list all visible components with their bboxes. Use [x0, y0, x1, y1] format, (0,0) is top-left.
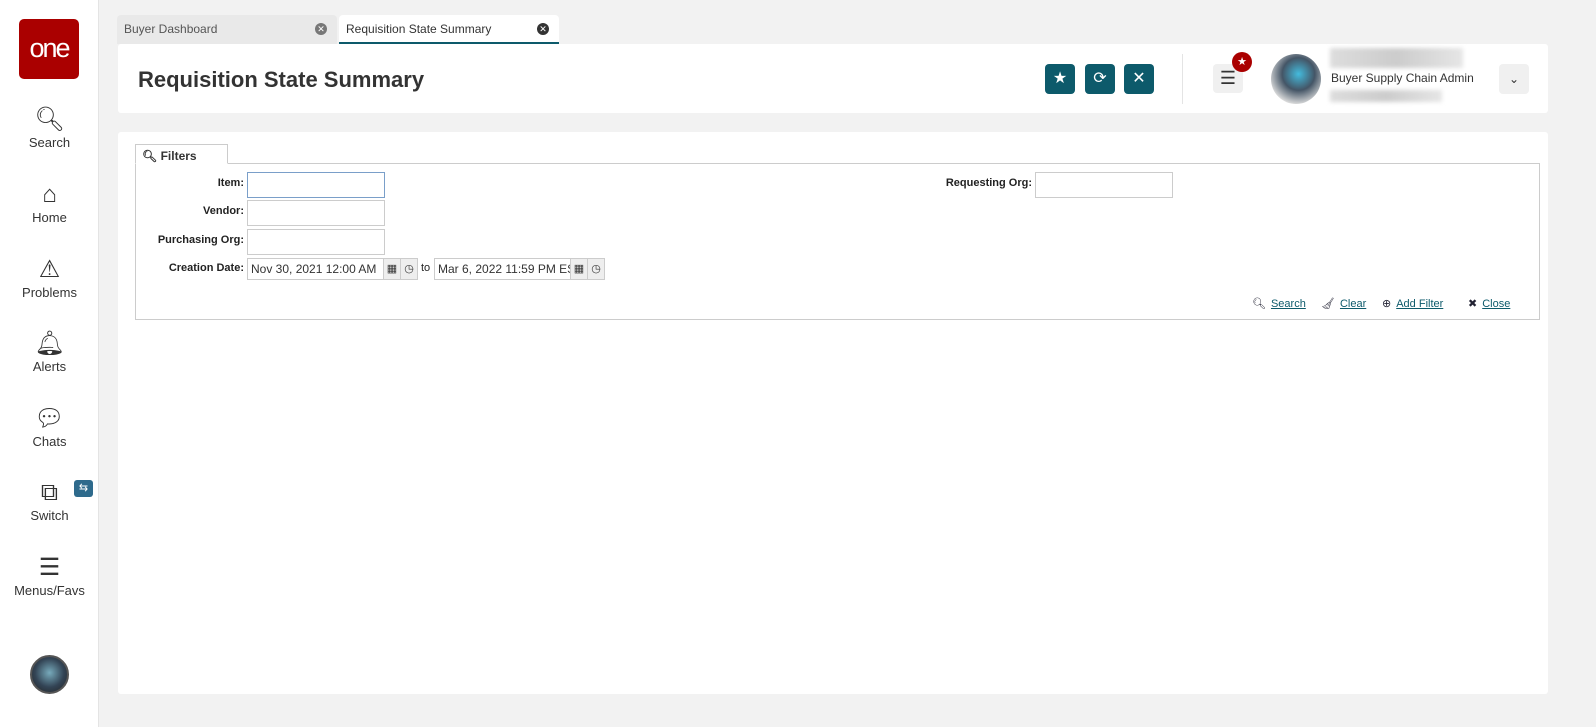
item-label: Item: [217, 177, 244, 189]
search-link[interactable]: 🔍︎ Search [1252, 297, 1306, 310]
filters-tab[interactable]: 🔍︎ Filters [135, 144, 228, 164]
page-header: Requisition State Summary ★ ⟳ ✕ ☰ ★ Buye… [118, 44, 1548, 113]
to-label: to [421, 262, 431, 274]
nav-label: Search [28, 135, 71, 150]
vendor-label: Vendor: [203, 205, 244, 217]
tab-requisition-state-summary[interactable]: Requisition State Summary ✕ [339, 15, 559, 44]
switch-badge-icon: ⇆ [74, 480, 93, 497]
blurred-info [1330, 90, 1442, 102]
close-tab-icon[interactable]: ✕ [537, 23, 549, 35]
search-icon: 🔍︎ [142, 149, 158, 163]
close-button[interactable]: ✕ [1124, 64, 1154, 94]
requesting-org-label: Requesting Org: [945, 177, 1032, 189]
vendor-input[interactable] [247, 200, 385, 226]
add-filter-label: Add Filter [1396, 298, 1444, 310]
date-from-value: Nov 30, 2021 12:00 AM [251, 262, 377, 276]
close-filters-link[interactable]: ✖ Close [1468, 297, 1510, 310]
add-filter-link[interactable]: ⊕ Add Filter [1382, 297, 1443, 310]
purchasing-org-label: Purchasing Org: [157, 234, 244, 246]
chevron-down-icon: ⌄ [1508, 72, 1520, 86]
user-role: Buyer Supply Chain Admin [1331, 71, 1474, 85]
blurred-username [1330, 48, 1463, 68]
star-icon: ★ [1052, 70, 1068, 87]
nav-label: Switch [30, 508, 69, 523]
broom-icon: 🧹︎ [1321, 298, 1335, 310]
divider [1182, 54, 1183, 104]
warning-icon: ⚠ [38, 256, 61, 283]
refresh-button[interactable]: ⟳ [1085, 64, 1115, 94]
date-to-value: Mar 6, 2022 11:59 PM EST [438, 262, 583, 276]
tab-label: Buyer Dashboard [124, 22, 218, 36]
nav-label: Menus/Favs [14, 583, 85, 598]
search-icon: 🔍︎ [1252, 298, 1266, 310]
refresh-icon: ⟳ [1093, 70, 1107, 87]
requesting-org-input[interactable] [1035, 172, 1173, 198]
sidebar: one 🔍︎ Search ⌂ Home ⚠ Problems 🔔︎ Alerts 💬︎… [0, 0, 99, 727]
tab-buyer-dashboard[interactable]: Buyer Dashboard ✕ [117, 15, 337, 44]
nav-label: Alerts [32, 359, 67, 374]
calendar-icon[interactable]: ▦ [383, 259, 400, 279]
favorite-button[interactable]: ★ [1045, 64, 1075, 94]
clock-icon[interactable]: ◷ [400, 259, 417, 279]
close-icon: ✖ [1468, 298, 1478, 310]
hamburger-icon: ☰ [1219, 68, 1237, 88]
nav-problems[interactable]: ⚠ Problems [0, 255, 99, 300]
search-icon: 🔍︎ [34, 106, 65, 133]
chat-icon: 💬︎ [34, 405, 65, 432]
nav-menus-favs[interactable]: ☰ Menus/Favs [0, 553, 99, 598]
content-panel: 🔍︎ Filters Item: Vendor: Purchasing Org:… [118, 132, 1548, 694]
page-title: Requisition State Summary [138, 67, 425, 92]
tab-label: Requisition State Summary [346, 22, 492, 36]
nav-search[interactable]: 🔍︎ Search [0, 105, 99, 150]
item-input[interactable] [247, 172, 385, 198]
user-dropdown-button[interactable]: ⌄ [1499, 64, 1529, 94]
clear-link[interactable]: 🧹︎ Clear [1321, 297, 1366, 310]
bell-icon: 🔔︎ [34, 330, 65, 357]
plus-circle-icon: ⊕ [1382, 298, 1392, 310]
creation-date-label: Creation Date: [168, 262, 244, 274]
date-from-input[interactable]: Nov 30, 2021 12:00 AM ▦ ◷ [247, 258, 418, 280]
nav-alerts[interactable]: 🔔︎ Alerts [0, 329, 99, 374]
filters-tab-label: Filters [160, 149, 197, 163]
close-tab-icon[interactable]: ✕ [315, 23, 327, 35]
close-icon: ✕ [1132, 70, 1146, 87]
date-to-input[interactable]: Mar 6, 2022 11:59 PM EST ▦ ◷ [434, 258, 605, 280]
purchasing-org-input[interactable] [247, 229, 385, 255]
user-avatar[interactable] [1271, 54, 1321, 104]
home-icon: ⌂ [42, 181, 57, 208]
clear-label: Clear [1339, 298, 1367, 310]
calendar-icon[interactable]: ▦ [570, 259, 587, 279]
nav-label: Home [32, 210, 67, 225]
star-badge-icon: ★ [1232, 52, 1252, 72]
user-avatar[interactable] [30, 655, 69, 694]
close-label: Close [1482, 298, 1511, 310]
one-logo[interactable]: one [19, 19, 79, 79]
clock-icon[interactable]: ◷ [587, 259, 604, 279]
nav-label: Chats [32, 434, 67, 449]
nav-label: Problems [22, 285, 77, 300]
nav-home[interactable]: ⌂ Home [0, 180, 99, 225]
search-label: Search [1270, 298, 1306, 310]
menu-icon: ☰ [38, 554, 61, 581]
nav-chats[interactable]: 💬︎ Chats [0, 404, 99, 449]
